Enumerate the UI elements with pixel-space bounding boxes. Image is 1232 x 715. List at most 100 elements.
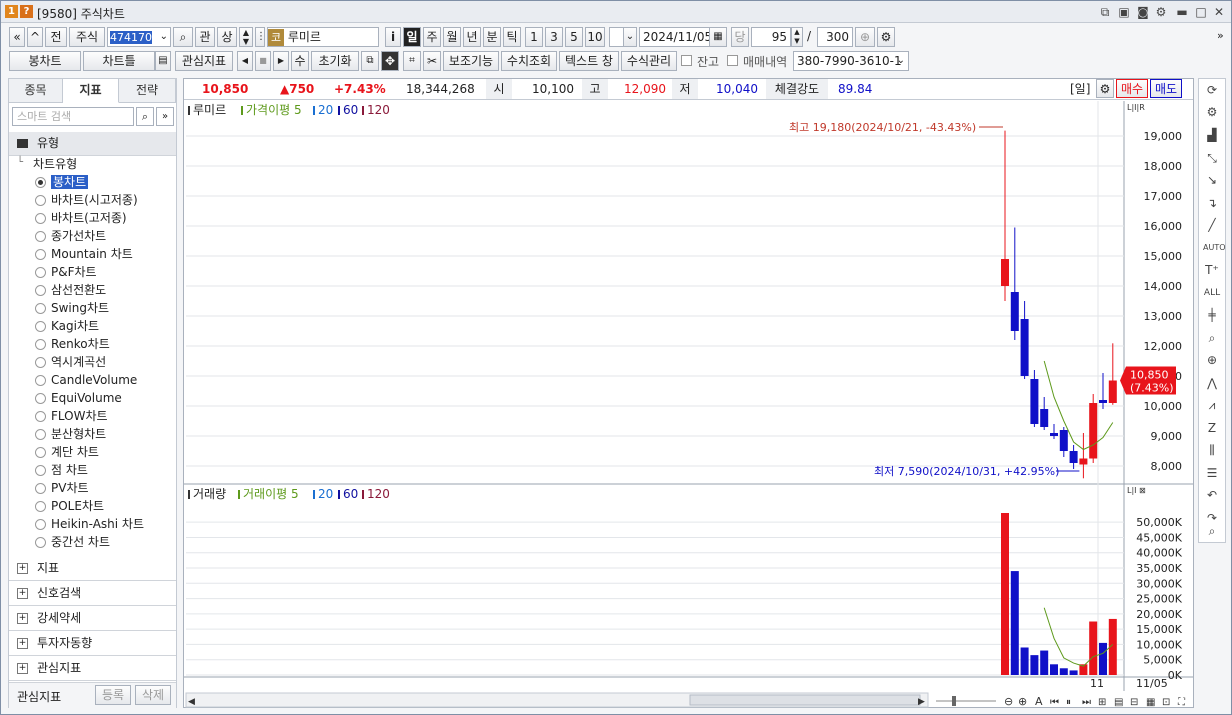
search-icon[interactable]: ⌕: [136, 107, 154, 126]
chart-type-item[interactable]: Swing차트: [35, 300, 109, 317]
balance-checkbox[interactable]: [681, 55, 692, 66]
value-query-button[interactable]: 수치조회: [501, 51, 557, 71]
count-input[interactable]: 95: [751, 27, 791, 47]
reset-button[interactable]: 초기화: [311, 51, 359, 71]
horizontal-line-icon[interactable]: ↘: [1203, 171, 1221, 189]
layout-icon[interactable]: ⊟: [1130, 697, 1138, 708]
chart-type-item[interactable]: 계단 차트: [35, 444, 99, 461]
radio-button[interactable]: [35, 447, 46, 458]
help-badge[interactable]: ?: [20, 5, 33, 18]
expand-icon[interactable]: ⊞: [1098, 697, 1106, 708]
more-icon[interactable]: ⋮: [255, 27, 265, 47]
text-tool-icon[interactable]: T⁺: [1203, 261, 1221, 279]
auto-icon[interactable]: AUTO: [1203, 239, 1226, 257]
volume-panel-controls-icon[interactable]: L|I ⊠: [1127, 486, 1146, 495]
print-icon[interactable]: ▤: [1114, 697, 1123, 708]
grid-lines-icon[interactable]: ☰: [1203, 464, 1221, 482]
delete-button[interactable]: 삭제: [135, 685, 171, 705]
radio-button[interactable]: [35, 303, 46, 314]
radio-button[interactable]: [35, 249, 46, 260]
expand-plus-icon[interactable]: +: [17, 663, 28, 674]
save-icon[interactable]: ▤: [155, 51, 171, 71]
minimize-icon[interactable]: ▬: [1174, 4, 1190, 20]
search-tool-icon[interactable]: ⌕: [1203, 522, 1221, 540]
chart-area[interactable]: 10,850 ▲750 +7.43% 18,344,268 시 10,100 고…: [183, 78, 1194, 708]
period-year-button[interactable]: 년: [463, 27, 481, 47]
radio-button[interactable]: [35, 231, 46, 242]
chart-type-item[interactable]: FLOW차트: [35, 408, 108, 425]
count-spinner-icon[interactable]: ▲ ▼: [791, 27, 803, 47]
trade-history-checkbox[interactable]: [727, 55, 738, 66]
chart-type-item[interactable]: 역시계곡선: [35, 354, 106, 371]
register-button[interactable]: 등록: [95, 685, 131, 705]
chart-type-item[interactable]: Heikin-Ashi 차트: [35, 516, 144, 533]
aux-function-button[interactable]: 보조기능: [443, 51, 499, 71]
formula-management-button[interactable]: 수식관리: [621, 51, 677, 71]
chart-type-item[interactable]: 삼선전환도: [35, 282, 106, 299]
interval-10-button[interactable]: 10: [585, 27, 605, 47]
section-4[interactable]: + 관심지표: [9, 657, 176, 681]
radio-button[interactable]: [35, 429, 46, 440]
search-icon[interactable]: ⌕: [173, 27, 193, 47]
radio-button[interactable]: [35, 465, 46, 476]
chart-type-item[interactable]: 바차트(고저종): [35, 210, 127, 227]
chevron-down-icon[interactable]: ⌄: [160, 28, 168, 46]
price-panel-controls-icon[interactable]: L|I|R: [1127, 103, 1145, 112]
link-icon[interactable]: ⧉: [1097, 4, 1113, 20]
account-select[interactable]: 380-7990-3610-1 ⌄: [793, 51, 909, 71]
chart-type-item[interactable]: Mountain 차트: [35, 246, 133, 263]
chart-type-item[interactable]: 점 차트: [35, 462, 88, 479]
chart-type-item[interactable]: CandleVolume: [35, 372, 137, 389]
zoom-in-icon[interactable]: ⊕: [855, 27, 875, 47]
chart-settings-icon[interactable]: ⊡: [1162, 697, 1170, 708]
radio-button[interactable]: [35, 339, 46, 350]
gear-icon[interactable]: ⚙: [1153, 4, 1169, 20]
info-button[interactable]: i: [385, 27, 401, 47]
radio-button[interactable]: [35, 375, 46, 386]
radio-button[interactable]: [35, 393, 46, 404]
scroll-right-icon[interactable]: ▶: [273, 51, 289, 71]
bars-icon[interactable]: ⫼: [1203, 441, 1221, 459]
sell-button[interactable]: 매도: [1150, 79, 1182, 98]
radio-button[interactable]: [35, 483, 46, 494]
radio-button[interactable]: [35, 501, 46, 512]
section-3[interactable]: + 투자자동향: [9, 632, 176, 656]
image-icon[interactable]: ▦: [1146, 697, 1155, 708]
chart-type-item[interactable]: Renko차트: [35, 336, 110, 353]
trend-line-icon[interactable]: ⤡: [1203, 149, 1221, 167]
date-input[interactable]: 2024/11/05: [639, 27, 711, 47]
radio-button[interactable]: [35, 411, 46, 422]
scrollbar-thumb[interactable]: [689, 694, 921, 706]
collapse-icon[interactable]: »: [156, 107, 174, 126]
chart-type-item[interactable]: 종가선차트: [35, 228, 106, 245]
undo-icon[interactable]: ↶: [1203, 486, 1221, 504]
smart-search-input[interactable]: 스마트 검색: [12, 107, 134, 126]
copy-icon[interactable]: ⧉: [361, 51, 379, 71]
chart-type-item[interactable]: 바차트(시고저종): [35, 192, 138, 209]
scroll-left-arrow-icon[interactable]: ◀: [188, 697, 195, 707]
market-select-button[interactable]: 주식: [69, 27, 105, 47]
chart-gear-icon[interactable]: ⚙: [1096, 79, 1114, 98]
chart-canvas[interactable]: 루미르 가격이평 5 20 60 120 거래량 거래이평 5 20 60 12…: [184, 101, 1193, 709]
radio-button[interactable]: [35, 357, 46, 368]
radio-button[interactable]: [35, 177, 46, 188]
settings-icon[interactable]: ⚙: [1203, 103, 1221, 121]
z-icon[interactable]: Z: [1203, 419, 1221, 437]
candle-tool-icon[interactable]: ╪: [1203, 306, 1221, 324]
account-chevron-down-icon[interactable]: ⌄: [897, 52, 905, 70]
chart-type-item[interactable]: Kagi차트: [35, 318, 99, 335]
radio-button[interactable]: [35, 213, 46, 224]
diagonal-line-icon[interactable]: ╱: [1203, 216, 1221, 234]
settings-gear-icon[interactable]: ⚙: [877, 27, 895, 47]
radio-button[interactable]: [35, 195, 46, 206]
chart-type-item[interactable]: P&F차트: [35, 264, 97, 281]
auto-scale-icon[interactable]: A: [1035, 695, 1043, 708]
section-0[interactable]: + 지표: [9, 557, 176, 581]
chart-type-item[interactable]: POLE차트: [35, 498, 104, 515]
previous-button[interactable]: 전: [45, 27, 67, 47]
stop-icon[interactable]: ■: [255, 51, 271, 71]
go-last-icon[interactable]: ⏭: [1082, 697, 1091, 708]
section-2[interactable]: + 강세약세: [9, 607, 176, 631]
interest-indicator-button[interactable]: 관심지표: [175, 51, 233, 71]
tab-strategy[interactable]: 전략: [119, 79, 176, 103]
